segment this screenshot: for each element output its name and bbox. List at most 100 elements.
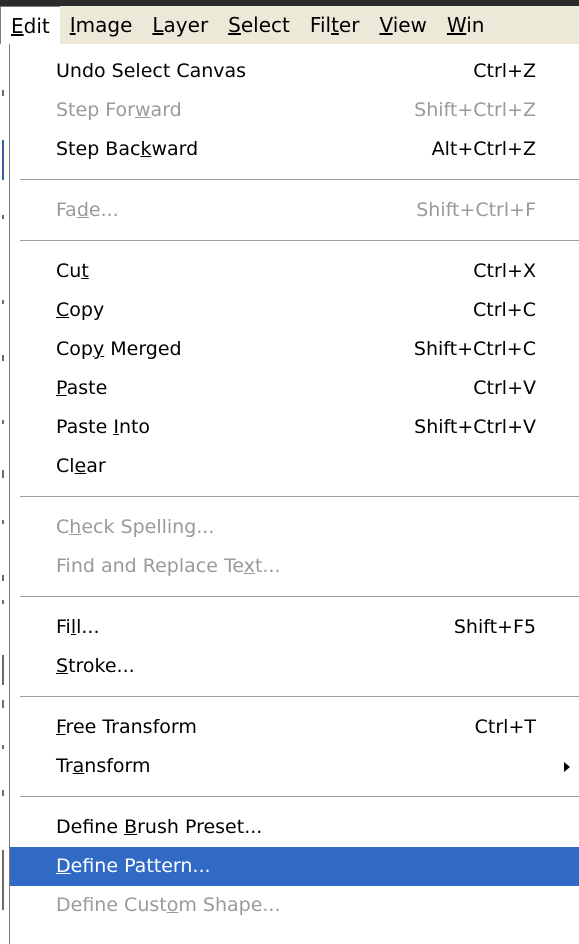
menubar-mnemonic: S	[228, 13, 241, 37]
menu-item-fade[interactable]: Fade... Shift+Ctrl+F	[10, 191, 579, 230]
menu-item-label: Clear	[56, 447, 106, 486]
menu-separator	[10, 586, 579, 608]
menu-item-find-and-replace-text[interactable]: Find and Replace Text...	[10, 547, 579, 586]
mnemonic-letter: P	[56, 377, 67, 399]
shortcut-label: Alt+Ctrl+Z	[431, 138, 536, 160]
label-text: Cu	[56, 260, 82, 282]
menu-item-label: Paste	[56, 369, 107, 408]
label-text: Define Cust	[56, 894, 167, 916]
menubar-item-filter[interactable]: Filter	[300, 6, 370, 44]
shortcut-label: Shift+Ctrl+F	[416, 199, 536, 221]
menu-item-copy-merged[interactable]: Copy Merged Shift+Ctrl+C	[10, 330, 579, 369]
mnemonic-letter: t	[81, 260, 89, 282]
label-text: opy	[69, 299, 105, 321]
menubar-mnemonic: t	[331, 13, 339, 37]
menu-item-label: Find and Replace Text...	[56, 547, 281, 586]
mnemonic-letter: C	[56, 299, 70, 321]
label-text: eck Spelling...	[81, 516, 215, 538]
menu-item-define-pattern[interactable]: Define Pattern...	[10, 847, 579, 886]
menubar-item-layer[interactable]: Layer	[142, 6, 218, 44]
menubar-label-part: elect	[240, 13, 290, 37]
menu-separator	[10, 486, 579, 508]
label-text: rush Preset...	[137, 816, 263, 838]
menu-item-define-custom-shape[interactable]: Define Custom Shape...	[10, 886, 579, 925]
shortcut-label: Ctrl+Z	[473, 60, 536, 82]
mnemonic-letter: F	[56, 716, 66, 738]
shortcut-label: Ctrl+T	[474, 716, 536, 738]
menubar-label-part: ayer	[163, 13, 209, 37]
menu-item-copy[interactable]: Copy Ctrl+C	[10, 291, 579, 330]
label-text: Merged	[104, 338, 182, 360]
menu-item-stroke[interactable]: Stroke...	[10, 647, 579, 686]
label-text: Step Bac	[56, 138, 141, 160]
menu-separator	[10, 169, 579, 191]
menubar-label-part: dit	[23, 13, 50, 38]
menu-item-label: Paste Into	[56, 408, 150, 447]
mnemonic-letter: x	[243, 555, 255, 577]
menubar-item-select[interactable]: Select	[218, 6, 300, 44]
menu-item-paste[interactable]: Paste Ctrl+V	[10, 369, 579, 408]
menubar-label-part: in	[466, 13, 485, 37]
menubar-item-win[interactable]: Win	[437, 6, 495, 44]
menu-item-label: Define Brush Preset...	[56, 808, 262, 847]
menubar-label-part: Fil	[309, 13, 332, 37]
label-text: ard	[150, 99, 182, 121]
menubar-label-part: mage	[75, 13, 133, 37]
shortcut-label: Shift+F5	[453, 616, 536, 638]
menu-item-transform[interactable]: Transform	[10, 747, 579, 786]
mnemonic-letter: S	[56, 655, 69, 677]
submenu-arrow-icon	[564, 762, 570, 772]
menu-item-cut[interactable]: Cut Ctrl+X	[10, 252, 579, 291]
mnemonic-letter: D	[56, 855, 71, 877]
menu-item-label: Free Transform	[56, 708, 197, 747]
label-text: Tr	[56, 755, 73, 777]
label-text: Cop	[56, 338, 93, 360]
menu-item-clear[interactable]: Clear	[10, 447, 579, 486]
mnemonic-letter: y	[92, 338, 105, 360]
menu-item-check-spelling[interactable]: Check Spelling...	[10, 508, 579, 547]
menubar-item-image[interactable]: Image	[60, 6, 143, 44]
label-text: nsform	[84, 755, 151, 777]
label-text: Define	[56, 816, 125, 838]
menubar-label-part: er	[338, 13, 360, 37]
menu-item-label: Transform	[56, 747, 151, 786]
menu-item-label: Copy	[56, 291, 104, 330]
menu-item-paste-into[interactable]: Paste Into Shift+Ctrl+V	[10, 408, 579, 447]
menu-item-define-brush-preset[interactable]: Define Brush Preset...	[10, 808, 579, 847]
menu-item-free-transform[interactable]: Free Transform Ctrl+T	[10, 708, 579, 747]
menu-item-label: Copy Merged	[56, 330, 182, 369]
label-text: Paste	[56, 416, 114, 438]
menu-separator	[10, 230, 579, 252]
shortcut-label: Shift+Ctrl+V	[414, 416, 536, 438]
menu-item-label: Undo Select Canvas	[56, 52, 246, 91]
menu-item-label: Stroke...	[56, 647, 135, 686]
label-text: C	[56, 516, 70, 538]
mnemonic-letter: o	[166, 894, 179, 916]
label-text: troke...	[68, 655, 135, 677]
mnemonic-letter: B	[124, 816, 138, 838]
label-text: nto	[118, 416, 151, 438]
app-window: Edit Image Layer Select Filter View Win Undo S…	[0, 0, 579, 944]
label-text: m Shape...	[178, 894, 281, 916]
menu-item-step-backward[interactable]: Step Backward Alt+Ctrl+Z	[10, 130, 579, 169]
menu-item-fill[interactable]: Fill... Shift+F5	[10, 608, 579, 647]
label-text: ree Transform	[65, 716, 197, 738]
menubar-mnemonic: V	[379, 13, 393, 37]
menubar-mnemonic: E	[11, 13, 24, 38]
mnemonic-letter: d	[76, 199, 89, 221]
menu-item-undo-select-canvas[interactable]: Undo Select Canvas Ctrl+Z	[10, 52, 579, 91]
label-text: e...	[88, 199, 119, 221]
menu-item-label: Step Backward	[56, 130, 198, 169]
label-text: t...	[254, 555, 281, 577]
menu-bar: Edit Image Layer Select Filter View Win	[0, 0, 579, 44]
mnemonic-letter: h	[69, 516, 82, 538]
label-text: ar	[86, 455, 106, 477]
menubar-item-view[interactable]: View	[369, 6, 436, 44]
shortcut-label: Ctrl+X	[473, 260, 536, 282]
menu-item-step-forward[interactable]: Step Forward Shift+Ctrl+Z	[10, 91, 579, 130]
canvas-edge-ticks	[0, 0, 9, 944]
menu-item-label: Define Custom Shape...	[56, 886, 281, 925]
menu-item-label: Check Spelling...	[56, 508, 214, 547]
menu-item-label: Step Forward	[56, 91, 182, 130]
label-text: Fi	[56, 616, 71, 638]
